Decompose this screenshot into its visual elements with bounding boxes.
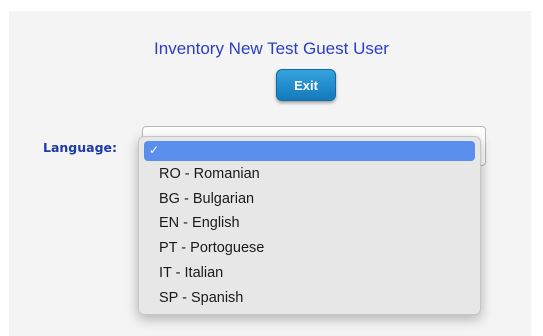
exit-button[interactable]: Exit bbox=[276, 69, 336, 101]
option-empty-selected[interactable]: ✓ bbox=[144, 141, 475, 161]
option-italian[interactable]: IT - Italian bbox=[159, 261, 223, 285]
checkmark-icon: ✓ bbox=[149, 143, 160, 157]
language-label: Language: bbox=[43, 140, 118, 155]
option-spanish[interactable]: SP - Spanish bbox=[159, 286, 243, 310]
option-romanian[interactable]: RO - Romanian bbox=[159, 162, 260, 186]
page-title: Inventory New Test Guest User bbox=[154, 39, 389, 58]
option-bulgarian[interactable]: BG - Bulgarian bbox=[159, 187, 254, 211]
option-portuguese[interactable]: PT - Portoguese bbox=[159, 236, 264, 260]
language-dropdown-menu: ✓ RO - Romanian BG - Bulgarian EN - Engl… bbox=[138, 136, 481, 315]
option-english[interactable]: EN - English bbox=[159, 211, 240, 235]
